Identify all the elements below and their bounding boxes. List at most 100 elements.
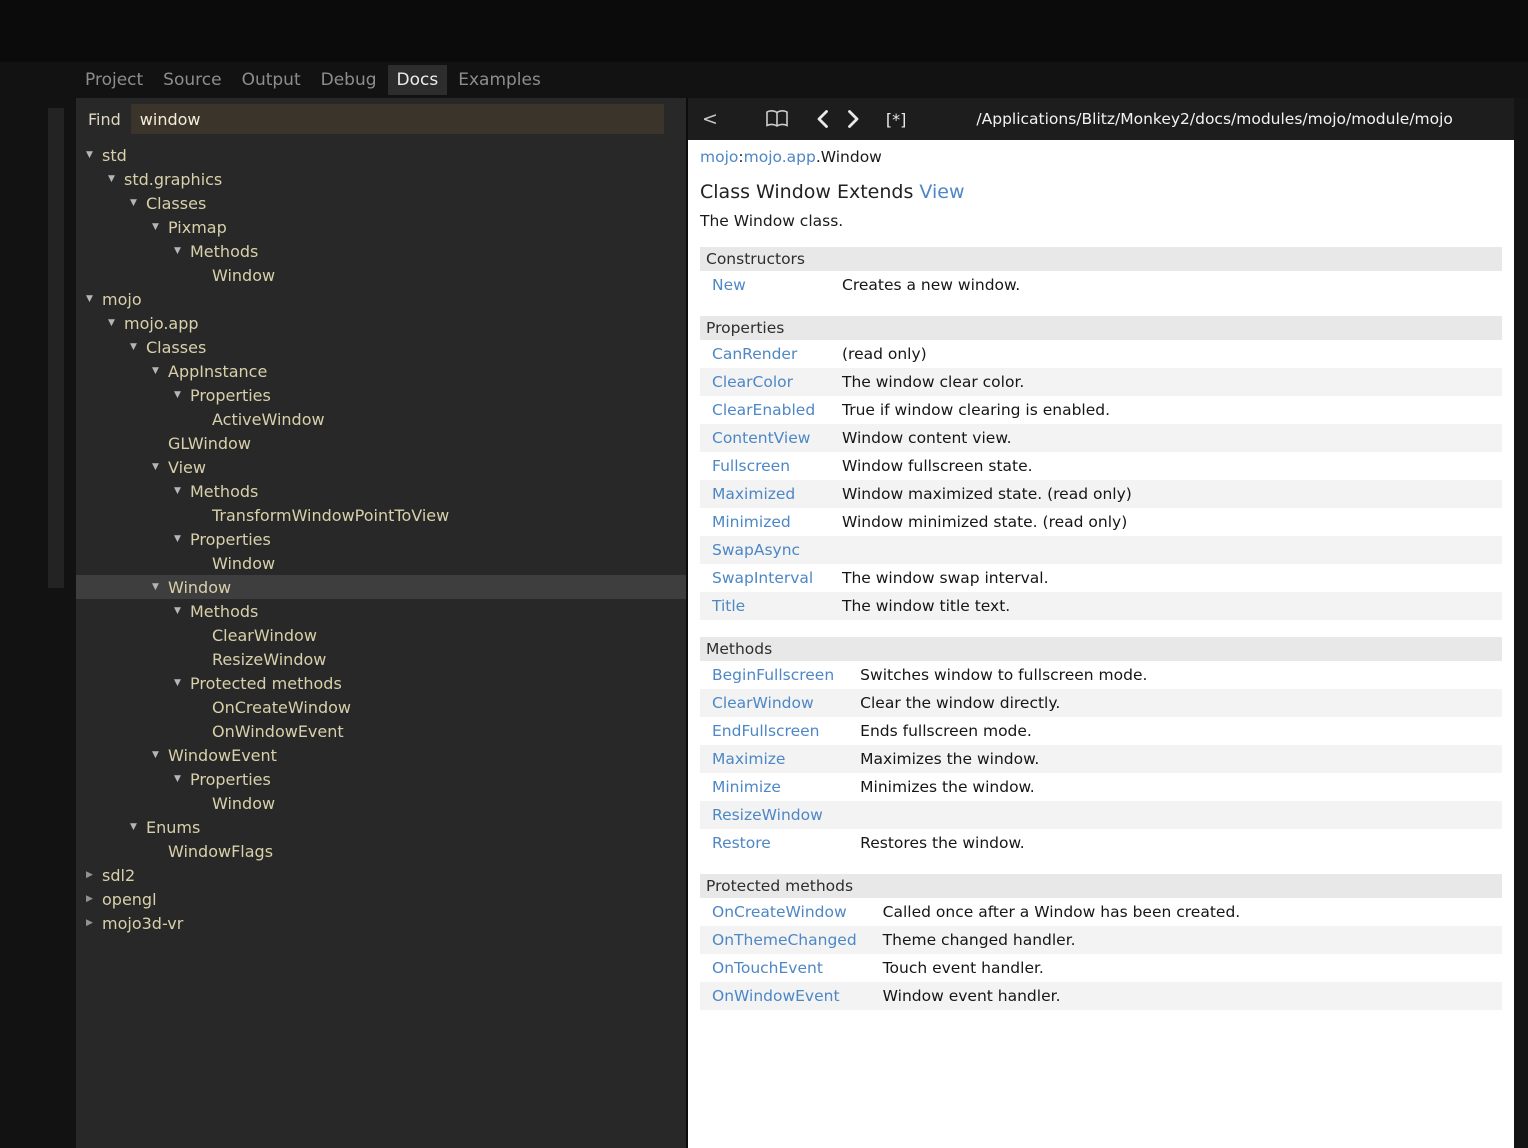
tree-item-windowflags[interactable]: WindowFlags bbox=[76, 839, 686, 863]
tree-item-label: mojo bbox=[102, 289, 142, 309]
tree-item-methods[interactable]: ▼ Methods bbox=[76, 479, 686, 503]
doc-link[interactable]: ContentView bbox=[700, 424, 842, 452]
nav-forward-button[interactable] bbox=[847, 109, 860, 129]
doc-link[interactable]: New bbox=[700, 271, 842, 299]
doc-link[interactable]: CanRender bbox=[700, 340, 842, 368]
tab-project[interactable]: Project bbox=[76, 65, 152, 95]
doc-scrollbar-track[interactable] bbox=[1514, 98, 1528, 1148]
tree-item-window[interactable]: Window bbox=[76, 791, 686, 815]
doc-link[interactable]: Maximize bbox=[700, 745, 860, 773]
doc-link[interactable]: ClearColor bbox=[700, 368, 842, 396]
tab-examples[interactable]: Examples bbox=[449, 65, 550, 95]
chevron-right-icon bbox=[848, 110, 859, 128]
tree-item-appinstance[interactable]: ▼ AppInstance bbox=[76, 359, 686, 383]
tree-item-classes[interactable]: ▼ Classes bbox=[76, 335, 686, 359]
tree-item-window[interactable]: Window bbox=[76, 551, 686, 575]
tree-item-activewindow[interactable]: ActiveWindow bbox=[76, 407, 686, 431]
doc-link[interactable]: OnCreateWindow bbox=[700, 898, 883, 926]
star-button[interactable]: [*] bbox=[886, 110, 906, 129]
breadcrumb-link[interactable]: mojo bbox=[700, 148, 738, 166]
doc-link[interactable]: SwapInterval bbox=[700, 564, 842, 592]
tree-item-std.graphics[interactable]: ▼ std.graphics bbox=[76, 167, 686, 191]
doc-link[interactable]: ResizeWindow bbox=[700, 801, 860, 829]
collapse-arrow-icon[interactable]: ▼ bbox=[130, 822, 146, 832]
collapse-arrow-icon[interactable]: ▼ bbox=[174, 606, 190, 616]
tree-item-methods[interactable]: ▼ Methods bbox=[76, 239, 686, 263]
tree-item-classes[interactable]: ▼ Classes bbox=[76, 191, 686, 215]
collapse-arrow-icon[interactable]: ▼ bbox=[174, 678, 190, 688]
doc-link[interactable]: OnThemeChanged bbox=[700, 926, 883, 954]
find-input[interactable] bbox=[130, 104, 664, 134]
tree-item-opengl[interactable]: ▶ opengl bbox=[76, 887, 686, 911]
doc-link[interactable]: ClearWindow bbox=[700, 689, 860, 717]
collapse-arrow-icon[interactable]: ▼ bbox=[174, 246, 190, 256]
collapse-arrow-icon[interactable]: ▼ bbox=[108, 174, 124, 184]
collapse-arrow-icon[interactable]: ▼ bbox=[152, 222, 168, 232]
collapse-arrow-icon[interactable]: ▼ bbox=[152, 750, 168, 760]
tab-docs[interactable]: Docs bbox=[387, 65, 448, 95]
doc-link[interactable]: Fullscreen bbox=[700, 452, 842, 480]
tree-item-mojo[interactable]: ▼ mojo bbox=[76, 287, 686, 311]
expand-arrow-icon[interactable]: ▶ bbox=[86, 918, 102, 928]
tree-item-enums[interactable]: ▼ Enums bbox=[76, 815, 686, 839]
breadcrumb-link[interactable]: mojo.app bbox=[744, 148, 816, 166]
back-button[interactable]: < bbox=[702, 108, 718, 130]
tree-item-window[interactable]: Window bbox=[76, 263, 686, 287]
tree-item-mojo3d-vr[interactable]: ▶ mojo3d-vr bbox=[76, 911, 686, 935]
doc-link[interactable]: ClearEnabled bbox=[700, 396, 842, 424]
tree-item-clearwindow[interactable]: ClearWindow bbox=[76, 623, 686, 647]
tab-debug[interactable]: Debug bbox=[312, 65, 386, 95]
doc-link[interactable]: EndFullscreen bbox=[700, 717, 860, 745]
doc-link[interactable]: Restore bbox=[700, 829, 860, 857]
tree-item-pixmap[interactable]: ▼ Pixmap bbox=[76, 215, 686, 239]
doc-link[interactable]: BeginFullscreen bbox=[700, 661, 860, 689]
expand-arrow-icon[interactable]: ▶ bbox=[86, 894, 102, 904]
collapse-arrow-icon[interactable]: ▼ bbox=[174, 534, 190, 544]
collapse-arrow-icon[interactable]: ▼ bbox=[174, 486, 190, 496]
doc-link[interactable]: OnWindowEvent bbox=[700, 982, 883, 1010]
collapse-arrow-icon[interactable]: ▼ bbox=[108, 318, 124, 328]
tab-output[interactable]: Output bbox=[233, 65, 310, 95]
doc-link[interactable]: Maximized bbox=[700, 480, 842, 508]
tree-item-windowevent[interactable]: ▼ WindowEvent bbox=[76, 743, 686, 767]
collapse-arrow-icon[interactable]: ▼ bbox=[152, 582, 168, 592]
collapse-arrow-icon[interactable]: ▼ bbox=[174, 390, 190, 400]
tree-item-onwindowevent[interactable]: OnWindowEvent bbox=[76, 719, 686, 743]
collapse-arrow-icon[interactable]: ▼ bbox=[152, 366, 168, 376]
tree-item-protected methods[interactable]: ▼ Protected methods bbox=[76, 671, 686, 695]
doc-link[interactable]: Minimized bbox=[700, 508, 842, 536]
collapse-arrow-icon[interactable]: ▼ bbox=[86, 294, 102, 304]
collapse-arrow-icon[interactable]: ▼ bbox=[86, 150, 102, 160]
tree-item-std[interactable]: ▼ std bbox=[76, 143, 686, 167]
doc-sections: Constructors New Creates a new window. Prop… bbox=[700, 247, 1502, 1010]
doc-link[interactable]: SwapAsync bbox=[700, 536, 842, 564]
tab-source[interactable]: Source bbox=[154, 65, 230, 95]
collapse-arrow-icon[interactable]: ▼ bbox=[174, 774, 190, 784]
collapse-arrow-icon[interactable]: ▼ bbox=[152, 462, 168, 472]
tree-item-window[interactable]: ▼ Window bbox=[76, 575, 686, 599]
tree-item-resizewindow[interactable]: ResizeWindow bbox=[76, 647, 686, 671]
expand-arrow-icon[interactable]: ▶ bbox=[86, 870, 102, 880]
tree-item-mojo.app[interactable]: ▼ mojo.app bbox=[76, 311, 686, 335]
tree-item-properties[interactable]: ▼ Properties bbox=[76, 767, 686, 791]
collapse-arrow-icon[interactable]: ▼ bbox=[130, 198, 146, 208]
tree-item-glwindow[interactable]: GLWindow bbox=[76, 431, 686, 455]
collapse-arrow-icon[interactable]: ▼ bbox=[130, 342, 146, 352]
gutter-scrollbar[interactable] bbox=[48, 108, 64, 588]
tree-item-sdl2[interactable]: ▶ sdl2 bbox=[76, 863, 686, 887]
tree-item-view[interactable]: ▼ View bbox=[76, 455, 686, 479]
tree-item-properties[interactable]: ▼ Properties bbox=[76, 527, 686, 551]
home-docs-button[interactable] bbox=[764, 109, 790, 129]
section-heading: Methods bbox=[700, 637, 1502, 661]
tree-item-properties[interactable]: ▼ Properties bbox=[76, 383, 686, 407]
nav-back-button[interactable] bbox=[816, 109, 829, 129]
tree-item-label: opengl bbox=[102, 889, 157, 909]
tree-item-methods[interactable]: ▼ Methods bbox=[76, 599, 686, 623]
doc-link[interactable]: OnTouchEvent bbox=[700, 954, 883, 982]
doc-link[interactable]: Minimize bbox=[700, 773, 860, 801]
tree-item-oncreatewindow[interactable]: OnCreateWindow bbox=[76, 695, 686, 719]
table-row: OnThemeChanged Theme changed handler. bbox=[700, 926, 1502, 954]
doc-link[interactable]: Title bbox=[700, 592, 842, 620]
tree-item-transformwindowpointtoview[interactable]: TransformWindowPointToView bbox=[76, 503, 686, 527]
extends-view-link[interactable]: View bbox=[919, 181, 964, 203]
